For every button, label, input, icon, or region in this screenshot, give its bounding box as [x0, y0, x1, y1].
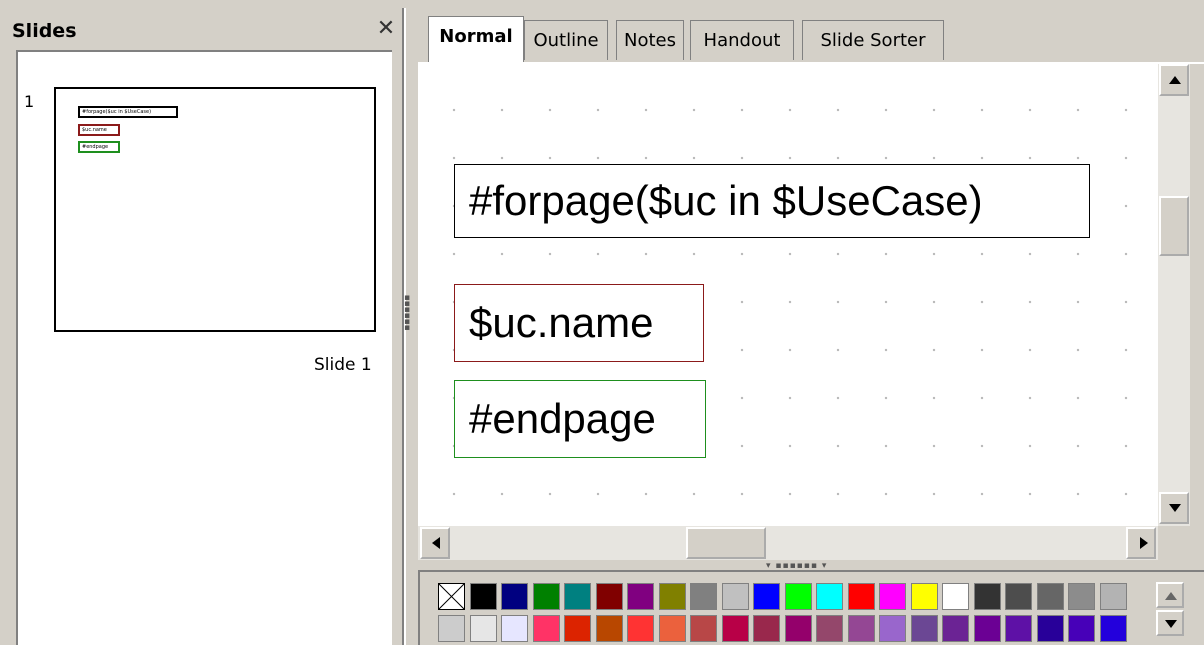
horizontal-scrollbar[interactable]: [418, 526, 1158, 560]
scroll-down-button[interactable]: [1159, 492, 1189, 524]
grip-icon: ▾ ▪▪▪▪▪▪ ▾: [766, 561, 828, 571]
tab-notes[interactable]: Notes: [616, 20, 684, 60]
color-swatch[interactable]: [658, 615, 686, 642]
color-swatch[interactable]: [973, 583, 1001, 610]
slides-pane-title: Slides: [12, 20, 77, 42]
color-swatch[interactable]: [1005, 615, 1032, 642]
color-swatch[interactable]: [627, 583, 654, 610]
color-swatch[interactable]: [595, 583, 623, 610]
color-swatch[interactable]: [973, 615, 1001, 642]
slide-canvas[interactable]: #forpage($uc in $UseCase) $uc.name #endp…: [418, 64, 1158, 526]
pane-splitter[interactable]: ▪ ▪ ▪ ▪ ▪ ▪: [400, 0, 418, 645]
arrow-down-icon: [1165, 620, 1177, 628]
arrow-right-icon: [1140, 537, 1148, 549]
color-swatch[interactable]: [627, 615, 654, 642]
color-swatch[interactable]: [1068, 615, 1095, 642]
color-swatch[interactable]: [879, 583, 906, 610]
close-icon[interactable]: ✕: [374, 16, 398, 42]
color-swatch[interactable]: [847, 583, 875, 610]
color-swatch[interactable]: [847, 615, 875, 642]
color-swatch[interactable]: [658, 583, 686, 610]
slides-list[interactable]: 1 #forpage($uc in $UseCase) $uc.name #en…: [16, 50, 392, 645]
scroll-right-button[interactable]: [1126, 527, 1156, 559]
slide-number: 1: [24, 92, 35, 111]
color-swatch[interactable]: [910, 583, 938, 610]
slide-caption: Slide 1: [314, 355, 372, 375]
color-swatch[interactable]: [1036, 615, 1064, 642]
text-box-uc-name[interactable]: $uc.name: [454, 284, 704, 362]
grip-icon: ▪ ▪ ▪ ▪ ▪ ▪: [404, 293, 411, 333]
slides-pane: Slides ✕ 1 #forpage($uc in $UseCase) $uc…: [0, 0, 400, 645]
color-swatch[interactable]: [501, 615, 528, 642]
vertical-scrollbar[interactable]: [1158, 64, 1190, 526]
color-swatch[interactable]: [753, 615, 780, 642]
palette-scroll-up-button[interactable]: [1156, 582, 1184, 608]
scroll-up-button[interactable]: [1159, 64, 1189, 96]
color-palette: [418, 572, 1204, 645]
palette-scroll-down-button[interactable]: [1156, 610, 1184, 636]
color-swatch[interactable]: [532, 583, 560, 610]
color-swatch[interactable]: [1068, 583, 1095, 610]
color-swatch[interactable]: [721, 615, 749, 642]
color-swatch[interactable]: [564, 615, 591, 642]
slides-pane-header: Slides ✕: [8, 10, 400, 50]
color-swatch[interactable]: [690, 583, 717, 610]
color-swatch[interactable]: [469, 583, 497, 610]
color-swatch[interactable]: [564, 583, 591, 610]
color-swatch[interactable]: [1099, 583, 1127, 610]
arrow-up-icon: [1165, 592, 1177, 600]
thumbnail-text-box: $uc.name: [78, 124, 120, 136]
color-swatch[interactable]: [753, 583, 780, 610]
horizontal-scroll-thumb[interactable]: [686, 527, 766, 559]
no-fill-icon[interactable]: [438, 583, 465, 610]
text-box-forpage[interactable]: #forpage($uc in $UseCase): [454, 164, 1090, 238]
palette-splitter[interactable]: ▾ ▪▪▪▪▪▪ ▾: [418, 560, 1204, 572]
color-swatch[interactable]: [816, 583, 843, 610]
thumbnail-text-box: #endpage: [78, 141, 120, 153]
color-swatch[interactable]: [942, 615, 969, 642]
color-swatch[interactable]: [816, 615, 843, 642]
color-swatch[interactable]: [784, 615, 812, 642]
color-swatch[interactable]: [501, 583, 528, 610]
color-swatch[interactable]: [438, 615, 465, 642]
color-swatch[interactable]: [595, 615, 623, 642]
color-swatch[interactable]: [721, 583, 749, 610]
color-swatch[interactable]: [469, 615, 497, 642]
vertical-scroll-thumb[interactable]: [1159, 196, 1189, 256]
tab-handout[interactable]: Handout: [690, 20, 794, 60]
color-swatch[interactable]: [910, 615, 938, 642]
tab-slide-sorter[interactable]: Slide Sorter: [802, 20, 944, 60]
arrow-up-icon: [1169, 76, 1181, 84]
color-swatch[interactable]: [1005, 583, 1032, 610]
scroll-left-button[interactable]: [420, 527, 450, 559]
slide-thumbnail[interactable]: #forpage($uc in $UseCase) $uc.name #endp…: [54, 87, 376, 332]
view-tabs: Normal Outline Notes Handout Slide Sorte…: [418, 0, 1204, 64]
impress-window: Slides ✕ 1 #forpage($uc in $UseCase) $uc…: [0, 0, 1204, 645]
color-swatch[interactable]: [532, 615, 560, 642]
color-swatch[interactable]: [879, 615, 906, 642]
tab-outline[interactable]: Outline: [524, 20, 608, 60]
color-swatch[interactable]: [1036, 583, 1064, 610]
color-swatch[interactable]: [942, 583, 969, 610]
color-swatch[interactable]: [690, 615, 717, 642]
color-swatch[interactable]: [784, 583, 812, 610]
tab-normal[interactable]: Normal: [428, 16, 524, 62]
arrow-down-icon: [1169, 504, 1181, 512]
color-swatch[interactable]: [1099, 615, 1127, 642]
text-box-endpage[interactable]: #endpage: [454, 380, 706, 458]
arrow-left-icon: [432, 537, 440, 549]
thumbnail-text-box: #forpage($uc in $UseCase): [78, 106, 178, 118]
